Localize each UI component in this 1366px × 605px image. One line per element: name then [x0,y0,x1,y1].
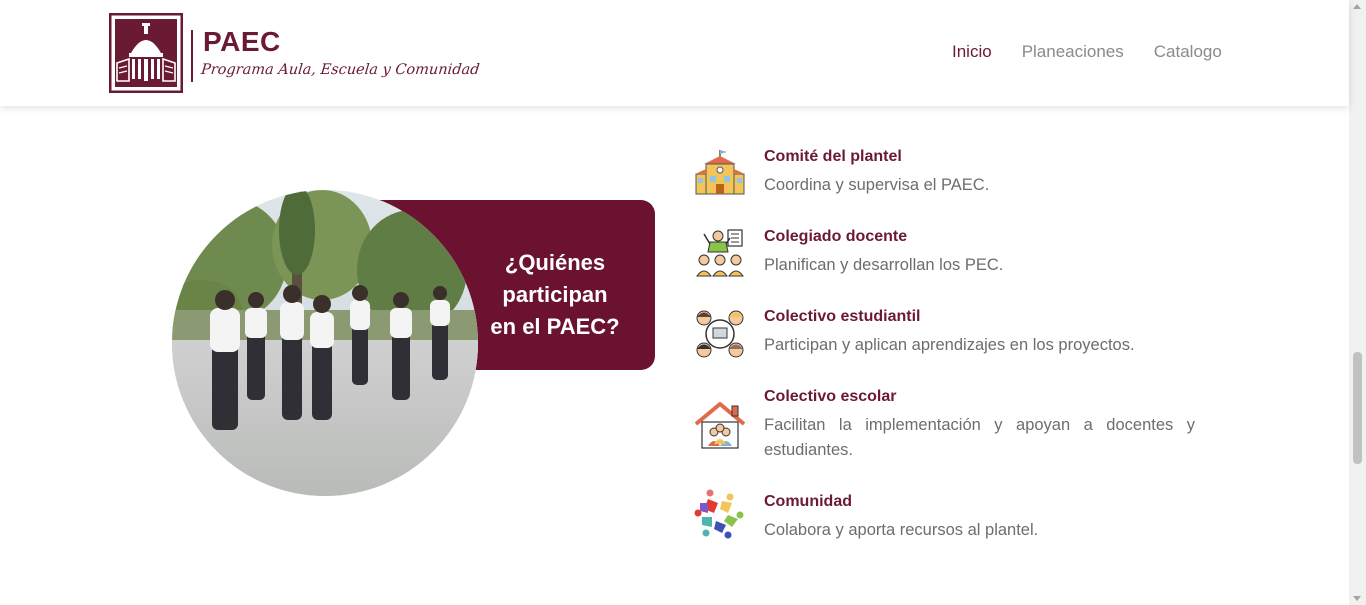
page-scrollbar[interactable] [1349,0,1366,605]
teachers-group-icon [694,228,746,280]
hero-heading-line3: en el PAEC? [490,314,620,339]
nav-catalogo[interactable]: Catalogo [1154,42,1222,62]
brand-subtitle: Programa Aula, Escuela y Comunidad [200,62,481,78]
scroll-up-arrow-icon[interactable] [1353,4,1361,9]
school-house-icon [694,400,746,452]
hero-heading: ¿Quiénes participan en el PAEC? [472,247,638,343]
item-title: Colectivo estudiantil [764,308,921,325]
item-description: Facilitan la implementación y apoyan a d… [764,416,1195,459]
item-title: Comité del plantel [764,148,902,165]
scroll-thumb[interactable] [1353,352,1362,464]
item-description: Participan y aplican aprendizajes en los… [764,336,1135,354]
paec-logo-icon[interactable] [108,12,184,94]
nav-planeaciones[interactable]: Planeaciones [1022,42,1124,62]
students-photo [172,190,478,496]
hero-heading-line1: ¿Quiénes [504,250,606,275]
item-title: Colegiado docente [764,228,908,245]
scroll-down-arrow-icon[interactable] [1353,596,1361,601]
main-nav: Inicio Planeaciones Catalogo [952,42,1222,62]
brand-title[interactable]: PAEC [203,26,281,58]
school-building-icon [694,148,746,200]
logo-divider [191,30,193,82]
item-description: Planifican y desarrollan los PEC. [764,256,1004,274]
hero-heading-line2: participan [502,282,608,307]
item-description: Coordina y supervisa el PAEC. [764,176,990,194]
item-description: Colabora y aporta recursos al plantel. [764,521,1039,539]
community-circle-icon [694,489,746,541]
item-title: Comunidad [764,493,852,510]
site-header: PAEC Programa Aula, Escuela y Comunidad … [0,0,1349,106]
nav-inicio[interactable]: Inicio [952,42,992,62]
item-title: Colectivo escolar [764,388,897,405]
student-collective-icon [694,308,746,360]
